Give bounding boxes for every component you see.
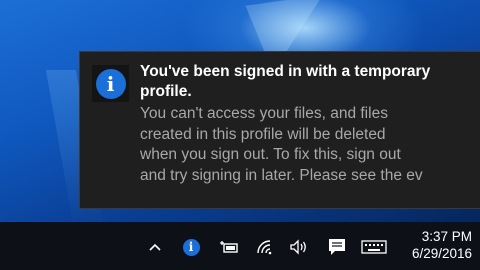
info-glyph: i	[182, 238, 200, 256]
notification-toast[interactable]: i You've been signed in with a temporary…	[79, 51, 480, 209]
toast-body-line: You can't access your files, and files	[140, 105, 388, 122]
toast-title: You've been signed in with a temporary p…	[140, 63, 431, 100]
toast-body-line: and try signing in later. Please see the…	[140, 166, 423, 184]
clock-time: 3:37 PM	[421, 229, 472, 244]
info-icon: i	[95, 68, 126, 99]
keyboard-icon[interactable]	[360, 236, 388, 258]
info-icon[interactable]: i	[180, 236, 202, 258]
taskbar: i 3:37 PM 6/29/2016	[0, 222, 480, 270]
toast-body: You can't access your files, and files c…	[140, 104, 480, 186]
volume-icon[interactable]	[288, 236, 310, 258]
clock-date: 6/29/2016	[412, 246, 473, 261]
chevron-up-icon[interactable]	[146, 236, 164, 258]
action-center-icon[interactable]	[326, 236, 348, 258]
toast-icon-tile: i	[92, 65, 129, 102]
taskbar-clock[interactable]: 3:37 PM 6/29/2016	[412, 228, 472, 262]
toast-body-line: created in this profile will be deleted	[140, 125, 386, 143]
wifi-icon[interactable]	[254, 236, 276, 258]
toast-body-line: when you sign out. To fix this, sign out	[140, 146, 401, 163]
power-battery-icon[interactable]	[218, 236, 240, 258]
